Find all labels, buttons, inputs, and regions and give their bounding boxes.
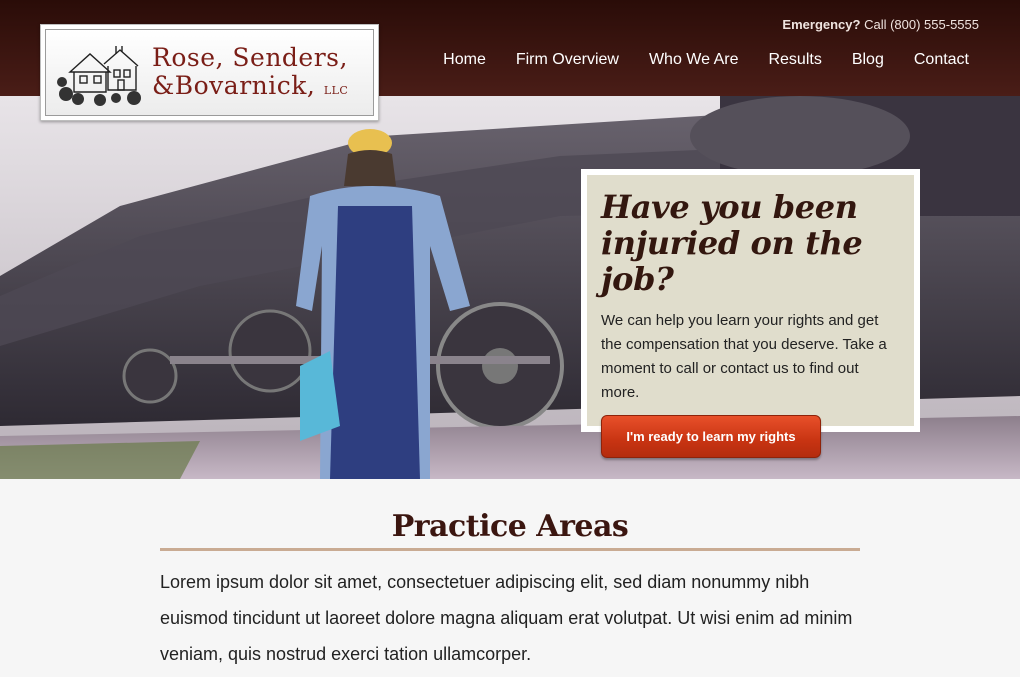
nav-who-we-are[interactable]: Who We Are [634,51,754,69]
nav-firm-overview[interactable]: Firm Overview [501,51,634,69]
callout-heading: Have you been injuried on the job? [601,188,863,298]
nav-blog[interactable]: Blog [837,51,899,69]
logo-line-2: &Bovarnick, LLC [152,73,348,98]
callout-panel: Have you been injuried on the job? We ca… [587,175,914,458]
emergency-contact[interactable]: Emergency? Call (800) 555-5555 [782,17,979,32]
site-logo[interactable]: Rose, Senders, &Bovarnick, LLC [40,24,379,121]
practice-areas-title: Practice Areas [391,509,629,544]
logo-wordmark: Rose, Senders, &Bovarnick, LLC [152,45,348,98]
emergency-label: Emergency? [782,17,861,32]
learn-rights-button[interactable]: I'm ready to learn my rights [601,415,821,458]
logo-line-2-text: &Bovarnick, [152,71,316,100]
nav-home[interactable]: Home [428,51,501,69]
logo-llc: LLC [323,84,349,97]
hero-callout: Have you been injuried on the job? We ca… [581,169,920,458]
main-nav: Home Firm Overview Who We Are Results Bl… [428,51,984,69]
section-divider [160,548,860,551]
house-illustration-icon [57,46,141,106]
nav-results[interactable]: Results [753,51,836,69]
callout-body: We can help you learn your rights and ge… [601,312,887,401]
practice-areas-section: Practice Areas Lorem ipsum dolor sit ame… [0,479,1020,677]
practice-areas-text: Lorem ipsum dolor sit amet, consectetuer… [160,572,853,664]
logo-line-1: Rose, Senders, [152,43,348,72]
emergency-phone[interactable]: Call (800) 555-5555 [864,17,979,32]
nav-contact[interactable]: Contact [899,51,984,69]
logo-frame: Rose, Senders, &Bovarnick, LLC [45,29,374,116]
